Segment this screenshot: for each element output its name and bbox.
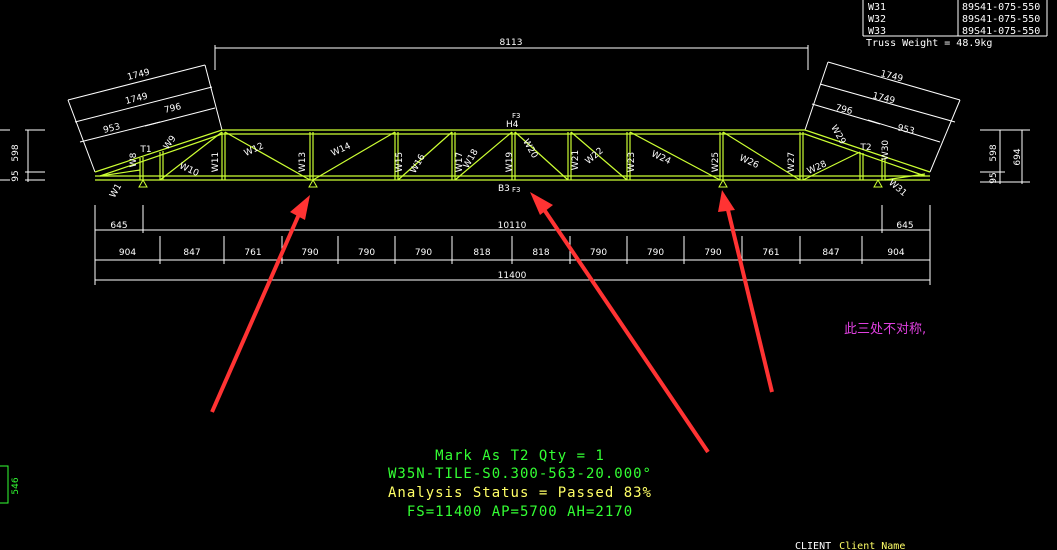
panel-dimension: 790 (358, 248, 375, 258)
member-label: W11 (211, 152, 221, 172)
status-profile: W35N-TILE-S0.300-563-20.000° (387, 466, 652, 482)
status-params: FS=11400 AP=5700 AH=2170 (406, 504, 634, 520)
plate-label-bottom: F3 (512, 186, 520, 194)
dim-top-overall: 8113 (500, 38, 523, 48)
client-label: CLIENT (795, 541, 832, 550)
panel-dimension: 790 (647, 248, 664, 258)
member-label: W24 (650, 149, 673, 167)
table-row-member: W33 (868, 26, 886, 37)
panel-dimension: 847 (183, 248, 200, 258)
panel-dimension: 761 (244, 248, 261, 258)
top-overall-dimension (214, 45, 809, 70)
status-analysis: Analysis Status = Passed 83% (387, 485, 652, 501)
dim-mid-right: 645 (896, 221, 913, 231)
dim-left-height: 598 (11, 144, 21, 161)
panel-dimension: 790 (301, 248, 318, 258)
dim-left-slope-3: 953 (102, 122, 121, 136)
node-label-top: H4 (506, 120, 519, 130)
member-label: W31 (886, 178, 908, 199)
dim-right-heel: 95 (989, 172, 999, 183)
member-label: W22 (584, 146, 606, 167)
node-label-bottom: B3 (498, 184, 510, 194)
cad-drawing-canvas[interactable]: W31 89S41-075-550 W32 89S41-075-550 W33 … (0, 0, 1057, 550)
dim-right-total-height: 694 (1013, 148, 1023, 165)
dim-right-slope-2: 1749 (871, 91, 896, 106)
dim-left-heel: 95 (11, 170, 21, 181)
member-label: W26 (738, 153, 761, 171)
table-row-spec: 89S41-075-550 (962, 14, 1040, 25)
panel-dimension: 790 (415, 248, 432, 258)
left-height-dimensions (0, 129, 45, 182)
table-row-member: W32 (868, 14, 886, 25)
plate-label-top: F3 (512, 112, 520, 120)
dim-right-height: 598 (989, 144, 999, 161)
member-label: W15 (395, 152, 405, 172)
panel-dimension: 761 (762, 248, 779, 258)
member-label: W21 (571, 150, 581, 170)
member-label: W13 (298, 152, 308, 172)
dim-right-slope-3: 796 (834, 103, 853, 117)
supports (138, 178, 883, 188)
panel-dimension: 818 (532, 248, 549, 258)
dim-mid-left: 645 (110, 221, 127, 231)
footer-client: CLIENT Client Name (795, 541, 905, 550)
member-label: W14 (330, 141, 353, 159)
annotation-arrows (210, 190, 774, 454)
member-label: W27 (787, 152, 797, 172)
member-label: W28 (806, 159, 829, 177)
panel-dimension: 790 (590, 248, 607, 258)
panel-dimension: 904 (887, 248, 904, 258)
member-label: W8 (129, 152, 139, 167)
asymmetry-note: 此三处不对称, (844, 322, 927, 337)
dim-right-slope-4: 953 (896, 123, 915, 137)
member-label: W30 (881, 140, 891, 161)
member-label: W1 (108, 182, 124, 200)
dim-mid-center: 10110 (498, 221, 527, 231)
client-value: Client Name (839, 541, 906, 550)
member-label: W20 (520, 138, 539, 161)
weights-table: W31 89S41-075-550 W32 89S41-075-550 W33 … (862, 0, 1048, 49)
table-row-spec: 89S41-075-550 (962, 2, 1040, 13)
dim-overall-span: 11400 (498, 271, 527, 281)
truss-weight-label: Truss Weight = 48.9kg (866, 38, 992, 49)
table-row-spec: 89S41-075-550 (962, 26, 1040, 37)
member-label: W18 (462, 147, 481, 170)
panel-dimension: 847 (822, 248, 839, 258)
member-label: T1 (139, 145, 151, 155)
table-row-member: W31 (868, 2, 886, 13)
dim-left-slope-1: 1749 (126, 68, 151, 83)
status-mark: Mark As T2 Qty = 1 (435, 448, 605, 464)
panel-dimension: 904 (119, 248, 136, 258)
dim-lower-left: 546 (11, 477, 21, 494)
member-label: T2 (859, 143, 871, 153)
dim-left-slope-2: 1749 (124, 92, 149, 107)
member-label: W23 (627, 152, 637, 172)
dim-right-slope-1: 1749 (879, 69, 904, 84)
member-label: W25 (711, 152, 721, 172)
member-label: W19 (505, 152, 515, 173)
panel-dimension: 790 (704, 248, 721, 258)
lower-left-mark (0, 465, 9, 504)
panel-dimension: 818 (473, 248, 490, 258)
dim-left-slope-4: 796 (163, 102, 182, 116)
